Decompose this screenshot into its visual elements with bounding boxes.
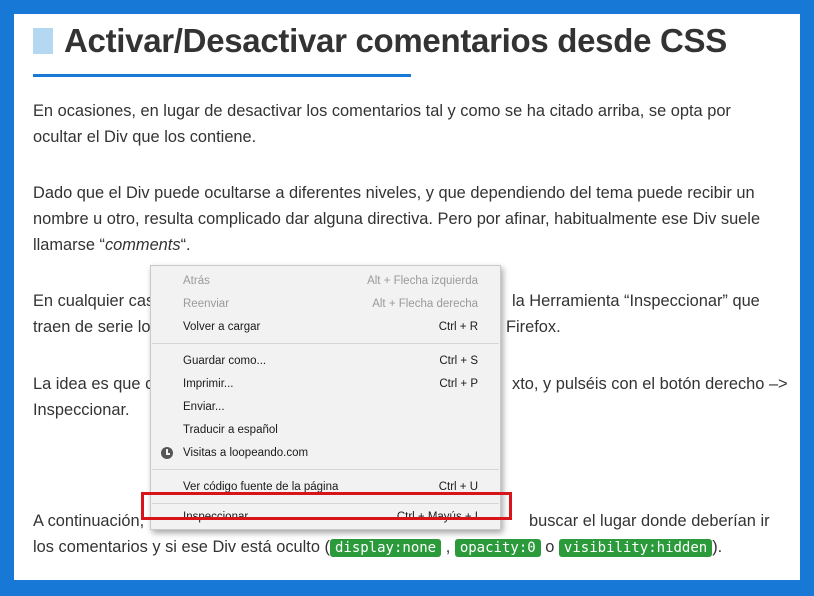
article-page: Activar/Desactivar comentarios desde CSS… [14, 14, 800, 580]
section-heading: Activar/Desactivar comentarios desde CSS [33, 22, 727, 60]
paragraph-text: Firefox. [506, 318, 561, 336]
code-visibility-hidden: visibility:hidden [558, 539, 713, 557]
menu-item-shortcut: Ctrl + R [438, 321, 478, 333]
menu-item-label: Traducir a español [183, 424, 278, 436]
paragraph-line: nombre u otro, resulta complicado dar al… [33, 210, 761, 228]
paragraph-text: En cualquier cas [33, 292, 155, 310]
paragraph-text: “. [180, 236, 191, 254]
menu-item-back[interactable]: Atrás Alt + Flecha izquierda [183, 271, 478, 291]
menu-item-reload[interactable]: Volver a cargar Ctrl + R [183, 317, 478, 337]
menu-item-translate[interactable]: Traducir a español [183, 420, 478, 440]
menu-item-label: Visitas a loopeando.com [183, 447, 309, 459]
menu-item-label: Enviar... [183, 401, 225, 413]
menu-item-label: Volver a cargar [183, 321, 261, 333]
menu-item-forward[interactable]: Reenviar Alt + Flecha derecha [183, 294, 478, 314]
menu-item-shortcut: Ctrl + P [439, 378, 478, 390]
menu-item-label: Atrás [183, 275, 210, 287]
menu-item-send[interactable]: Enviar... [183, 397, 478, 417]
paragraph-text: o [545, 538, 555, 556]
code-display-none: display:none [329, 539, 442, 557]
paragraph-text: A continuación, [33, 512, 145, 530]
paragraph-text: llamarse “ [33, 236, 105, 254]
paragraph-line: Dado que el Div puede ocultarse a difere… [33, 184, 755, 202]
paragraph-text: La idea es que c [33, 375, 154, 393]
context-menu: Atrás Alt + Flecha izquierda Reenviar Al… [150, 265, 501, 530]
code-opacity: opacity:0 [454, 539, 541, 557]
page-title: Activar/Desactivar comentarios desde CSS [64, 22, 727, 59]
paragraph-1: En ocasiones, en lugar de desactivar los… [33, 98, 793, 150]
menu-item-shortcut: Alt + Flecha izquierda [367, 275, 478, 287]
menu-item-print[interactable]: Imprimir... Ctrl + P [183, 374, 478, 394]
menu-item-label: Guardar como... [183, 355, 267, 367]
menu-item-shortcut: Alt + Flecha derecha [372, 298, 478, 310]
paragraph-text: xto, y pulséis con el botón derecho –> [512, 375, 788, 393]
menu-item-label: Imprimir... [183, 378, 234, 390]
paragraph-text: , [445, 538, 451, 556]
heading-marker [33, 28, 53, 54]
paragraph-line: llamarse “comments“. [33, 232, 793, 258]
heading-underline [33, 74, 411, 77]
menu-item-save-as[interactable]: Guardar como... Ctrl + S [183, 351, 478, 371]
menu-item-label: Reenviar [183, 298, 230, 310]
paragraph-text: traen de serie lo [33, 318, 151, 336]
emphasis-text: comments [104, 236, 181, 254]
clock-icon [161, 447, 173, 459]
paragraph-line: ocultar el Div que los contiene. [33, 128, 257, 146]
paragraph-text: ). [712, 538, 723, 556]
paragraph-line: los comentarios y si ese Div está oculto… [33, 534, 793, 561]
menu-separator [152, 343, 499, 344]
inspect-highlight-box [141, 492, 512, 520]
paragraph-2: Dado que el Div puede ocultarse a difere… [33, 180, 793, 258]
paragraph-text: los comentarios y si ese Div está oculto… [33, 538, 330, 556]
paragraph-text: buscar el lugar donde deberían ir [529, 512, 770, 530]
menu-item-visits[interactable]: Visitas a loopeando.com [161, 443, 478, 463]
paragraph-text: la Herramienta “Inspeccionar” que [512, 292, 760, 310]
menu-item-shortcut: Ctrl + S [439, 355, 478, 367]
paragraph-line: En ocasiones, en lugar de desactivar los… [33, 102, 731, 120]
menu-separator [152, 469, 499, 470]
